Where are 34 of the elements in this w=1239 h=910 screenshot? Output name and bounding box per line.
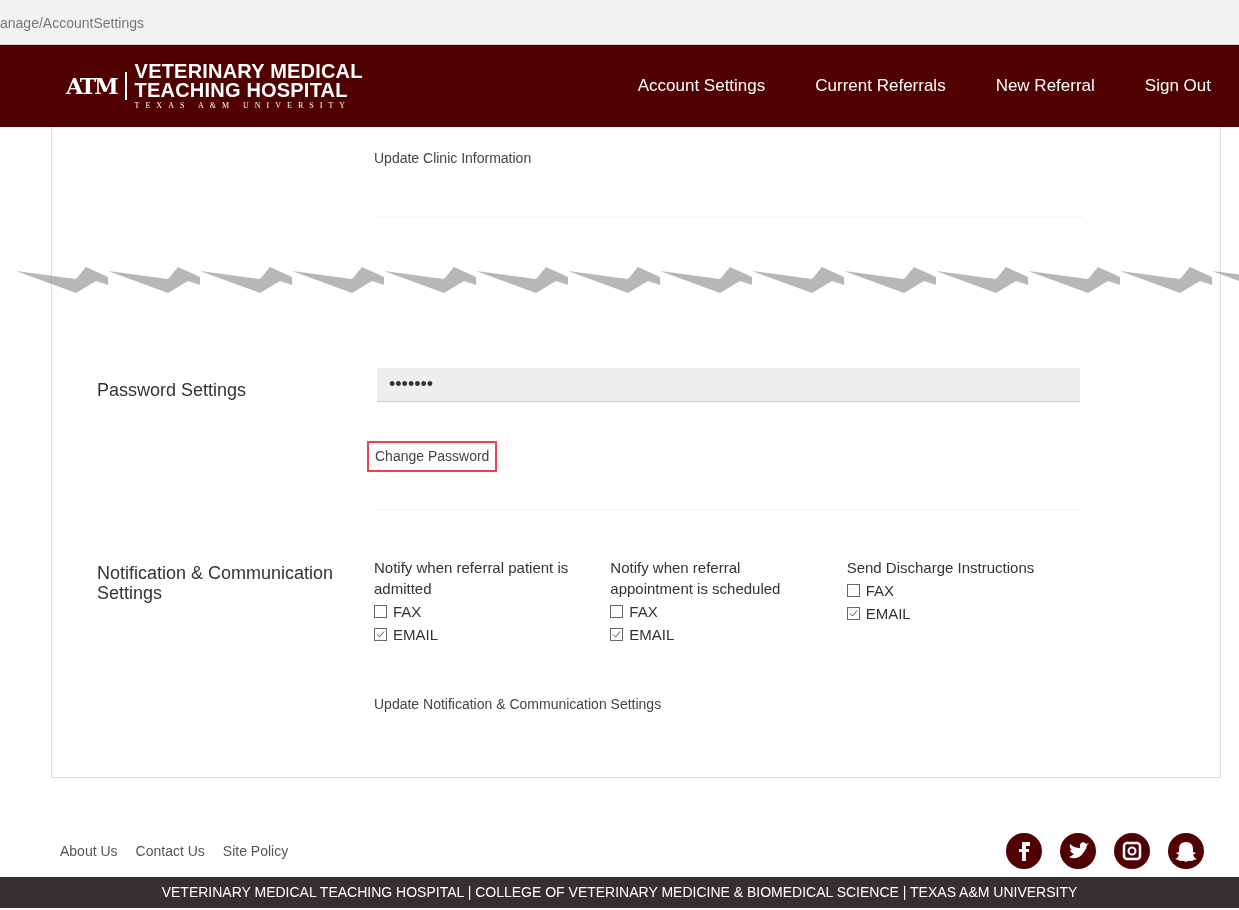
address-url[interactable]: anage/AccountSettings (0, 15, 144, 31)
checkbox-label: EMAIL (393, 625, 438, 645)
group-title: Notify when referral patient is admitted (374, 558, 570, 599)
checkbox-label: FAX (865, 581, 894, 601)
camera-icon[interactable] (1114, 833, 1150, 869)
checkbox-label: EMAIL (865, 604, 911, 624)
group-title: Send Discharge Instructions (846, 558, 1036, 578)
checkbox[interactable] (846, 607, 860, 620)
update-clinic-link[interactable]: Update Clinic Information (374, 150, 532, 166)
checkbox-label: FAX (393, 602, 422, 622)
change-password-button[interactable]: Change Password (367, 441, 498, 472)
nav-link[interactable]: Account Settings (637, 73, 766, 99)
group-title: Notify when referral appointment is scheduled (610, 558, 782, 599)
password-field[interactable]: ••••••• (377, 368, 1080, 402)
checkbox-label: FAX (629, 602, 658, 622)
checkbox[interactable] (374, 628, 387, 641)
nav-link[interactable]: Current Referrals (815, 73, 946, 99)
checkbox[interactable] (846, 584, 860, 597)
update-notification-link[interactable]: Update Notification & Communication Settings (374, 696, 662, 712)
checkbox-label: EMAIL (629, 625, 675, 645)
nav-link[interactable]: Sign Out (1144, 73, 1211, 99)
checkbox[interactable] (610, 605, 624, 618)
footer-text: VETERINARY MEDICAL TEACHING HOSPITAL | COLLEGE OF VETERINARY MEDICINE & BIOMEDICAL SCIENCE | TEXAS A&M UNIVERSITY (161, 884, 1078, 900)
footer-link[interactable]: Site Policy (222, 843, 289, 859)
footer-link[interactable]: Contact Us (135, 843, 205, 859)
checkbox[interactable] (610, 628, 624, 641)
footer-link[interactable]: About Us (60, 843, 118, 859)
nav-link[interactable]: New Referral (995, 73, 1095, 99)
section-label: Notification & Communication Settings (97, 562, 335, 605)
section-label: Password Settings (97, 379, 248, 400)
facebook-icon[interactable] (1006, 833, 1042, 869)
ghost-icon[interactable] (1168, 833, 1204, 869)
bird-icon[interactable] (1060, 833, 1096, 869)
checkbox[interactable] (374, 605, 387, 618)
